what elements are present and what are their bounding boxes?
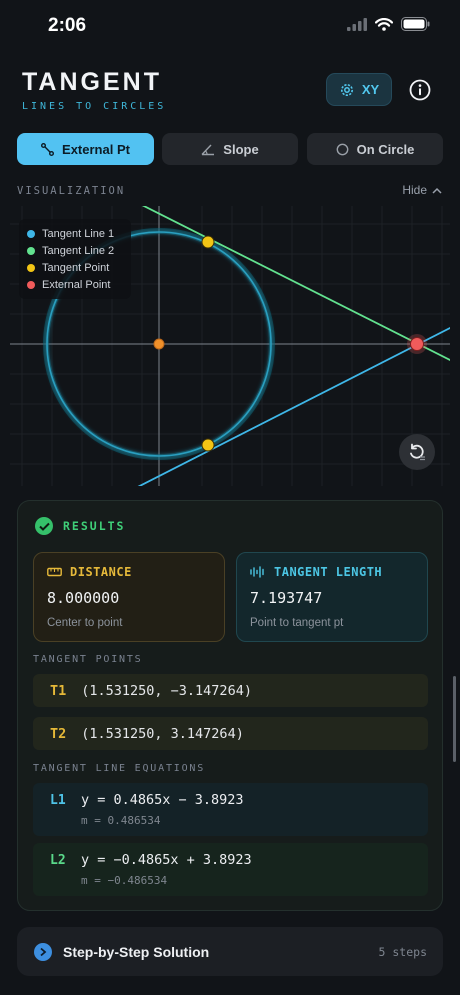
point-value: (1.531250, 3.147264) [81, 725, 244, 742]
results-card: RESULTS DISTANCE 8.000000 Center to poin… [17, 500, 443, 911]
legend-item: Tangent Point [27, 259, 123, 276]
tab-slope[interactable]: Slope [162, 133, 298, 165]
info-icon [409, 79, 431, 101]
point-tag: T2 [50, 725, 67, 742]
chart-legend: Tangent Line 1 Tangent Line 2 Tangent Po… [19, 219, 131, 299]
battery-icon [401, 17, 430, 31]
steps-count: 5 steps [378, 944, 427, 959]
waveform-icon [250, 566, 264, 578]
tab-label: On Circle [356, 141, 415, 157]
signal-icon [347, 17, 367, 31]
tangent-line-1 [137, 327, 450, 486]
legend-dot [27, 246, 35, 255]
legend-item: Tangent Line 1 [27, 225, 123, 242]
page-subtitle: LINES TO CIRCLES [22, 101, 167, 112]
checkmark-icon [35, 517, 53, 535]
equation-tag: L1 [50, 793, 66, 808]
rotate-reset-icon [410, 443, 425, 461]
coordinate-settings-button[interactable]: XY [326, 73, 392, 106]
external-point[interactable] [410, 337, 424, 351]
tab-label: External Pt [62, 141, 130, 157]
results-title: RESULTS [63, 519, 126, 533]
equation-tag: L2 [50, 853, 66, 868]
hide-visualization-button[interactable]: Hide [402, 183, 442, 197]
tangent-equations-label: TANGENT LINE EQUATIONS [33, 763, 206, 774]
equation-row-l1: L1 y = 0.4865x − 3.8923 m = 0.486534 [33, 783, 428, 836]
scrollbar[interactable] [453, 676, 456, 762]
tangent-point-t2[interactable] [201, 235, 215, 249]
tab-external-pt[interactable]: External Pt [17, 133, 154, 165]
tab-on-circle[interactable]: On Circle [307, 133, 443, 165]
legend-dot [27, 229, 35, 238]
legend-label: Tangent Line 2 [42, 244, 115, 257]
chevron-up-icon [432, 187, 442, 194]
tangent-length-label: TANGENT LENGTH [274, 565, 383, 579]
app-header: TANGENT LINES TO CIRCLES [22, 68, 166, 112]
hide-label: Hide [402, 183, 427, 197]
distance-card: DISTANCE 8.000000 Center to point [33, 552, 225, 642]
status-icons [347, 17, 430, 31]
legend-label: External Point [42, 278, 111, 291]
equation-text: y = 0.4865x − 3.8923 [81, 792, 244, 808]
legend-item: Tangent Line 2 [27, 242, 123, 259]
legend-label: Tangent Point [42, 261, 110, 274]
tangent-point-row-t1: T1 (1.531250, −3.147264) [33, 674, 428, 707]
steps-label: Step-by-Step Solution [63, 943, 210, 960]
ruler-icon [47, 567, 62, 577]
legend-item: External Point [27, 276, 123, 293]
mode-tabs: External Pt Slope On Circle [17, 133, 443, 165]
distance-label: DISTANCE [70, 565, 132, 579]
equation-text: y = −0.4865x + 3.8923 [81, 852, 252, 868]
reset-view-button[interactable] [399, 434, 435, 470]
center-point [153, 338, 165, 350]
info-button[interactable] [405, 75, 435, 105]
status-bar: 2:06 [0, 0, 460, 54]
gear-icon [340, 83, 353, 96]
tangent-point-row-t2: T2 (1.531250, 3.147264) [33, 717, 428, 750]
xy-label: XY [361, 82, 380, 97]
tangent-points-label: TANGENT POINTS [33, 654, 143, 665]
distance-caption: Center to point [47, 617, 123, 629]
page-title: TANGENT [22, 68, 162, 96]
angle-icon [201, 144, 215, 155]
tangent-length-card: TANGENT LENGTH 7.193747 Point to tangent… [236, 552, 428, 642]
tangent-length-caption: Point to tangent pt [250, 617, 344, 629]
distance-value: 8.000000 [47, 589, 120, 607]
wifi-icon [375, 17, 393, 31]
chevron-right-icon [34, 942, 52, 961]
visualization-label: VISUALIZATION [17, 185, 126, 197]
point-value: (1.531250, −3.147264) [81, 682, 252, 699]
tab-label: Slope [223, 141, 259, 157]
legend-dot [27, 280, 35, 289]
equation-row-l2: L2 y = −0.4865x + 3.8923 m = −0.486534 [33, 843, 428, 896]
tangent-length-value: 7.193747 [250, 589, 323, 607]
legend-dot [27, 263, 35, 272]
point-tag: T1 [50, 682, 67, 699]
tangent-point-t1[interactable] [201, 438, 215, 452]
equation-slope: m = −0.486534 [81, 874, 168, 887]
equation-slope: m = 0.486534 [81, 814, 161, 827]
tangent-length-heading: TANGENT LENGTH [250, 565, 414, 579]
circle-icon [336, 143, 348, 155]
line-segment-icon [41, 142, 55, 156]
results-header: RESULTS [35, 517, 125, 535]
status-time: 2:06 [48, 15, 87, 36]
distance-heading: DISTANCE [47, 565, 211, 579]
step-by-step-button[interactable]: Step-by-Step Solution 5 steps [17, 927, 443, 976]
legend-label: Tangent Line 1 [42, 227, 115, 240]
